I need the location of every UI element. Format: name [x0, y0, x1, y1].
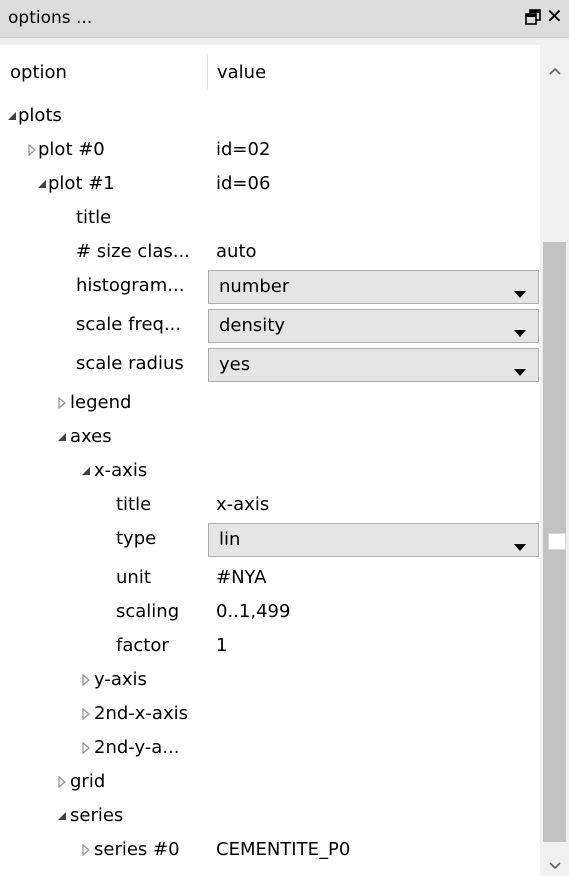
- option-value[interactable]: auto: [216, 241, 257, 262]
- option-label: histogram...: [76, 275, 185, 296]
- tree-row[interactable]: scale freq... density: [0, 308, 540, 343]
- tree-row[interactable]: histogram... number: [0, 269, 540, 304]
- tree-row[interactable]: plots: [0, 99, 540, 133]
- window-title: options ...: [8, 8, 93, 28]
- option-label: plot #1: [48, 173, 115, 194]
- tree-row[interactable]: # size clas... auto: [0, 235, 540, 269]
- option-label: scale radius: [76, 353, 184, 374]
- option-value[interactable]: x-axis: [216, 494, 269, 515]
- tree-header: option value: [0, 45, 540, 99]
- tree-row[interactable]: axes: [0, 420, 540, 454]
- tree-row[interactable]: x-axis: [0, 454, 540, 488]
- collapsed-triangle-icon[interactable]: [56, 397, 68, 409]
- option-value[interactable]: #NYA: [216, 567, 266, 588]
- option-label: title: [116, 494, 152, 515]
- close-icon[interactable]: ✕: [546, 6, 563, 26]
- tree-row[interactable]: unit #NYA: [0, 561, 540, 595]
- tree-row[interactable]: scale radius yes: [0, 347, 540, 382]
- dropdown-arrow-icon[interactable]: [514, 537, 526, 551]
- dropdown-arrow-icon[interactable]: [514, 284, 526, 298]
- float-window-icon[interactable]: [525, 9, 541, 25]
- expanded-triangle-icon[interactable]: [56, 810, 68, 822]
- option-label: scaling: [116, 601, 180, 622]
- tree-row[interactable]: scaling 0..1,499: [0, 595, 540, 629]
- option-label: type: [116, 528, 157, 549]
- collapsed-triangle-icon[interactable]: [80, 674, 92, 686]
- collapsed-triangle-icon[interactable]: [80, 844, 92, 856]
- tree-row[interactable]: series #0 CEMENTITE_P0: [0, 833, 540, 867]
- collapsed-triangle-icon[interactable]: [80, 742, 92, 754]
- option-label: # size clas...: [76, 241, 190, 262]
- options-tree: option value plots plot #0 id=02 plot #1 id=…: [0, 45, 569, 876]
- scroll-down-icon[interactable]: [548, 856, 562, 870]
- tree-row[interactable]: title: [0, 201, 540, 235]
- scroll-up-icon[interactable]: [548, 61, 562, 75]
- tree-row[interactable]: plot #1 id=06: [0, 167, 540, 201]
- option-value[interactable]: id=02: [216, 139, 270, 160]
- option-label: legend: [70, 392, 132, 413]
- option-label: title: [76, 207, 112, 228]
- option-value[interactable]: 0..1,499: [216, 601, 290, 622]
- option-label: axes: [70, 426, 112, 447]
- expanded-triangle-icon[interactable]: [36, 178, 48, 190]
- tree-row[interactable]: 2nd-x-axis: [0, 697, 540, 731]
- value-dropdown[interactable]: density: [208, 309, 539, 343]
- dropdown-selected-value: lin: [219, 529, 241, 550]
- dropdown-arrow-icon[interactable]: [514, 323, 526, 337]
- option-label: series #0: [94, 839, 180, 860]
- tree-row[interactable]: title x-axis: [0, 488, 540, 522]
- vertical-scrollbar[interactable]: [540, 45, 569, 876]
- option-label: x-axis: [94, 460, 148, 481]
- dropdown-selected-value: number: [219, 276, 290, 297]
- dropdown-selected-value: density: [219, 315, 285, 336]
- option-label: unit: [116, 567, 151, 588]
- option-label: 2nd-y-a...: [94, 737, 180, 758]
- window-titlebar: options ... ✕: [0, 0, 569, 38]
- option-label: series: [70, 805, 124, 826]
- scroll-marker: [548, 533, 566, 550]
- option-label: grid: [70, 771, 106, 792]
- tree-row[interactable]: factor 1: [0, 629, 540, 663]
- option-label: scale freq...: [76, 314, 182, 335]
- expanded-triangle-icon[interactable]: [6, 110, 18, 122]
- expanded-triangle-icon[interactable]: [80, 465, 92, 477]
- option-label: plots: [18, 105, 62, 126]
- tree-row[interactable]: 2nd-y-a...: [0, 731, 540, 765]
- collapsed-triangle-icon[interactable]: [80, 708, 92, 720]
- tree-row[interactable]: type lin: [0, 522, 540, 557]
- collapsed-triangle-icon[interactable]: [26, 144, 38, 156]
- option-value[interactable]: id=06: [216, 173, 270, 194]
- tree-row[interactable]: legend: [0, 386, 540, 420]
- tree-row[interactable]: y-axis: [0, 663, 540, 697]
- collapsed-triangle-icon[interactable]: [56, 776, 68, 788]
- dropdown-arrow-icon[interactable]: [514, 362, 526, 376]
- value-dropdown[interactable]: lin: [208, 523, 539, 557]
- column-header-value[interactable]: value: [217, 62, 266, 83]
- column-header-option[interactable]: option: [10, 62, 67, 83]
- value-dropdown[interactable]: yes: [208, 348, 539, 382]
- tree-row[interactable]: plot #0 id=02: [0, 133, 540, 167]
- option-label: y-axis: [94, 669, 147, 690]
- option-label: factor: [116, 635, 169, 656]
- option-label: plot #0: [38, 139, 105, 160]
- dropdown-selected-value: yes: [219, 354, 251, 375]
- tree-row[interactable]: grid: [0, 765, 540, 799]
- expanded-triangle-icon[interactable]: [56, 431, 68, 443]
- option-value[interactable]: CEMENTITE_P0: [216, 839, 350, 860]
- option-value[interactable]: 1: [216, 635, 227, 656]
- tree-row[interactable]: series: [0, 799, 540, 833]
- option-label: 2nd-x-axis: [94, 703, 188, 724]
- column-divider: [207, 55, 208, 89]
- value-dropdown[interactable]: number: [208, 270, 539, 304]
